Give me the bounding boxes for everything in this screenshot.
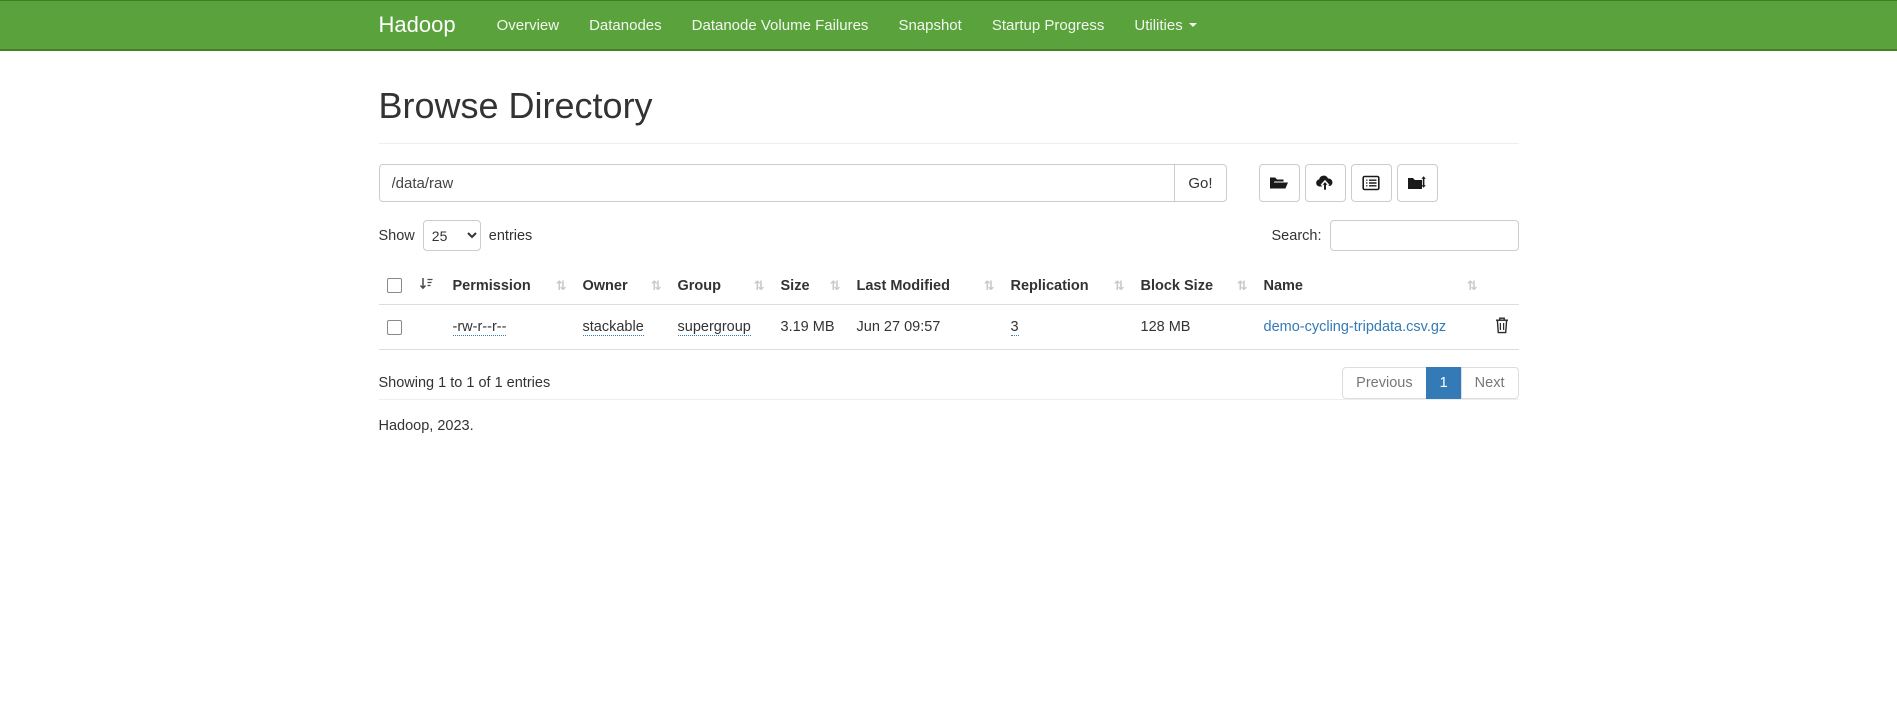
- sort-icon: ⇅: [754, 278, 764, 294]
- footer-text: Hadoop, 2023.: [379, 418, 1519, 434]
- title-divider: [379, 143, 1519, 144]
- nav-item-datanode-volume-failures[interactable]: Datanode Volume Failures: [677, 1, 884, 50]
- nav-item-snapshot[interactable]: Snapshot: [883, 1, 976, 50]
- delete-file-button[interactable]: [1494, 316, 1510, 337]
- search-input[interactable]: [1330, 220, 1519, 251]
- sort-icon: ⇅: [556, 278, 566, 294]
- replication-cell: 3: [1003, 305, 1133, 350]
- column-header-name[interactable]: Name⇅: [1256, 267, 1486, 305]
- pagination-previous[interactable]: Previous: [1343, 367, 1426, 399]
- upload-files-button[interactable]: [1305, 164, 1346, 202]
- list-alt-icon: [1362, 175, 1380, 191]
- table-header-row: Permission⇅ Owner⇅ Group⇅ Size⇅ Last Mod…: [379, 267, 1519, 305]
- show-label: Show: [379, 228, 415, 244]
- cloud-upload-icon: [1315, 175, 1335, 191]
- actions-cell: [1486, 305, 1519, 350]
- sort-icon: ⇅: [1237, 278, 1247, 294]
- nav-item-utilities[interactable]: Utilities: [1119, 1, 1211, 50]
- entries-label: entries: [489, 228, 533, 244]
- table-controls: Show 25 entries Search:: [379, 220, 1519, 251]
- owner-value[interactable]: stackable: [583, 319, 644, 336]
- select-all-checkbox[interactable]: [387, 278, 402, 293]
- column-header-group[interactable]: Group⇅: [670, 267, 773, 305]
- entries-summary: Showing 1 to 1 of 1 entries: [379, 375, 551, 391]
- file-info-button[interactable]: [1351, 164, 1392, 202]
- replication-value[interactable]: 3: [1011, 319, 1019, 336]
- nav-item-datanodes[interactable]: Datanodes: [574, 1, 677, 50]
- page-size-select[interactable]: 25: [423, 220, 481, 251]
- move-file-button[interactable]: [1397, 164, 1438, 202]
- row-checkbox[interactable]: [387, 320, 402, 335]
- file-table: Permission⇅ Owner⇅ Group⇅ Size⇅ Last Mod…: [379, 267, 1519, 350]
- folder-move-icon: [1407, 175, 1427, 191]
- caret-down-icon: [1189, 23, 1197, 27]
- column-header-last-modified[interactable]: Last Modified⇅: [849, 267, 1003, 305]
- directory-path-input[interactable]: [379, 164, 1175, 202]
- name-cell: demo-cycling-tripdata.csv.gz: [1256, 305, 1486, 350]
- column-header-owner[interactable]: Owner⇅: [575, 267, 670, 305]
- search-control: Search:: [1272, 220, 1519, 251]
- footer-divider: [379, 399, 1519, 400]
- path-input-group: Go!: [379, 164, 1227, 202]
- size-cell: 3.19 MB: [773, 305, 849, 350]
- column-header-replication[interactable]: Replication⇅: [1003, 267, 1133, 305]
- sort-icon: ⇅: [651, 278, 661, 294]
- file-name-link[interactable]: demo-cycling-tripdata.csv.gz: [1264, 319, 1447, 335]
- row-select-cell: [379, 305, 445, 350]
- path-bar: Go!: [379, 164, 1519, 202]
- file-toolbar: [1259, 164, 1443, 202]
- group-value[interactable]: supergroup: [678, 319, 751, 336]
- pagination-page-1[interactable]: 1: [1427, 367, 1462, 399]
- sort-amount-icon: [419, 278, 433, 294]
- group-cell: supergroup: [670, 305, 773, 350]
- column-header-block-size[interactable]: Block Size⇅: [1133, 267, 1256, 305]
- pagination-next[interactable]: Next: [1462, 367, 1519, 399]
- column-header-permission[interactable]: Permission⇅: [445, 267, 575, 305]
- permission-value[interactable]: -rw-r--r--: [453, 319, 507, 336]
- sort-icon: ⇅: [1114, 278, 1124, 294]
- page-title: Browse Directory: [379, 85, 1519, 127]
- nav-item-overview[interactable]: Overview: [482, 1, 575, 50]
- select-all-header[interactable]: [379, 267, 445, 305]
- main-content: Browse Directory Go!: [379, 85, 1519, 434]
- column-header-actions: [1486, 267, 1519, 305]
- page-length-control: Show 25 entries: [379, 220, 533, 251]
- search-label: Search:: [1272, 228, 1322, 244]
- sort-icon: ⇅: [984, 278, 994, 294]
- owner-cell: stackable: [575, 305, 670, 350]
- table-footer: Showing 1 to 1 of 1 entries Previous 1 N…: [379, 367, 1519, 399]
- nav-item-startup-progress[interactable]: Startup Progress: [977, 1, 1120, 50]
- sort-icon: ⇅: [1467, 278, 1477, 294]
- create-directory-button[interactable]: [1259, 164, 1300, 202]
- permission-cell: -rw-r--r--: [445, 305, 575, 350]
- block-size-cell: 128 MB: [1133, 305, 1256, 350]
- sort-icon: ⇅: [830, 278, 840, 294]
- pagination: Previous 1 Next: [1343, 367, 1518, 399]
- last-modified-cell: Jun 27 09:57: [849, 305, 1003, 350]
- navbar-menu: Overview Datanodes Datanode Volume Failu…: [482, 1, 1212, 49]
- table-row: -rw-r--r-- stackable supergroup 3.19 MB …: [379, 305, 1519, 350]
- trash-icon: [1494, 322, 1510, 337]
- folder-open-icon: [1269, 175, 1289, 191]
- go-button[interactable]: Go!: [1174, 164, 1226, 202]
- navbar: Hadoop Overview Datanodes Datanode Volum…: [0, 0, 1897, 51]
- column-header-size[interactable]: Size⇅: [773, 267, 849, 305]
- navbar-brand[interactable]: Hadoop: [379, 12, 456, 38]
